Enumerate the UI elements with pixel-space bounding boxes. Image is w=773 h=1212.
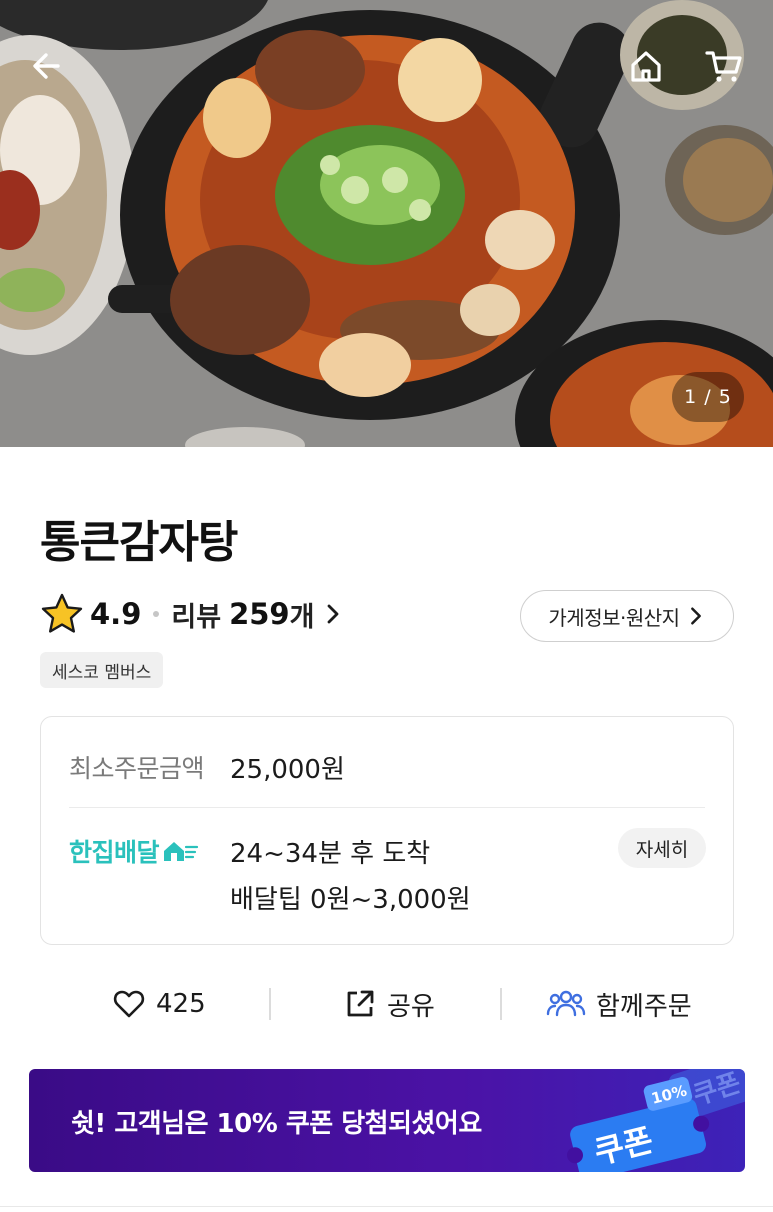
member-badge: 세스코 멤버스 — [40, 652, 164, 688]
delivery-service-label: 한집배달 — [69, 838, 160, 867]
group-order-button[interactable]: 함께주문 — [546, 975, 692, 1033]
delivery-detail-button[interactable]: 자세히 — [618, 828, 706, 868]
rating-row: 4.9 리뷰 259 개 — [40, 590, 344, 638]
like-button[interactable]: 425 — [112, 975, 206, 1033]
separator-dot — [153, 611, 160, 617]
review-unit: 개 — [289, 601, 315, 633]
action-separator — [269, 988, 271, 1020]
min-order-value: 25,000원 — [230, 755, 345, 785]
share-label: 공유 — [387, 991, 435, 1022]
delivery-service: 한집배달 — [69, 833, 199, 869]
card-divider — [69, 807, 705, 808]
rating-value: 4.9 — [90, 597, 142, 631]
image-counter: 1 / 5 — [672, 372, 744, 422]
coupon-banner[interactable]: 쉿! 고객님은 10% 쿠폰 당첨되셨어요 쿠폰 쿠폰 10% — [29, 1069, 745, 1172]
min-order-label: 최소주문금액 — [69, 754, 205, 783]
group-order-label: 함께주문 — [596, 991, 692, 1022]
heart-icon — [113, 990, 145, 1018]
like-count: 425 — [156, 989, 206, 1019]
home-button[interactable] — [620, 40, 672, 92]
arrow-left-icon — [33, 53, 60, 79]
action-separator — [500, 988, 502, 1020]
chevron-right-icon — [328, 604, 339, 624]
bottom-divider — [0, 1206, 773, 1207]
action-row: 425 공유 함께주문 — [0, 975, 773, 1033]
coupon-banner-text: 쉿! 고객님은 10% 쿠폰 당첨되셨어요 — [71, 1109, 482, 1139]
review-link[interactable]: 리뷰 259 개 — [171, 595, 344, 634]
delivery-eta: 24~34분 후 도착 — [230, 839, 431, 869]
review-count: 259 — [229, 597, 290, 631]
hero-image-carousel[interactable]: 1 / 5 — [0, 0, 773, 447]
store-info-label: 가게정보·원산지 — [548, 605, 680, 630]
review-label: 리뷰 — [171, 601, 222, 633]
share-icon — [347, 990, 374, 1017]
home-icon — [631, 51, 661, 82]
chevron-right-icon — [690, 607, 701, 625]
store-name: 통큰감자탕 — [40, 517, 238, 568]
group-icon — [546, 990, 586, 1017]
delivery-tip: 배달팁 0원~3,000원 — [230, 885, 471, 915]
store-info-button[interactable]: 가게정보·원산지 — [520, 590, 734, 642]
fast-house-icon — [164, 842, 199, 861]
delivery-info-card: 최소주문금액 25,000원 한집배달 24~34분 후 도착 배달팁 0원~3… — [40, 716, 734, 945]
cart-button[interactable] — [698, 40, 750, 92]
star-icon — [41, 593, 83, 633]
cart-icon — [705, 51, 742, 82]
back-button[interactable] — [22, 40, 74, 92]
coupon-ticket-icon: 쿠폰 쿠폰 10% — [566, 1069, 745, 1172]
share-button[interactable]: 공유 — [343, 975, 435, 1033]
